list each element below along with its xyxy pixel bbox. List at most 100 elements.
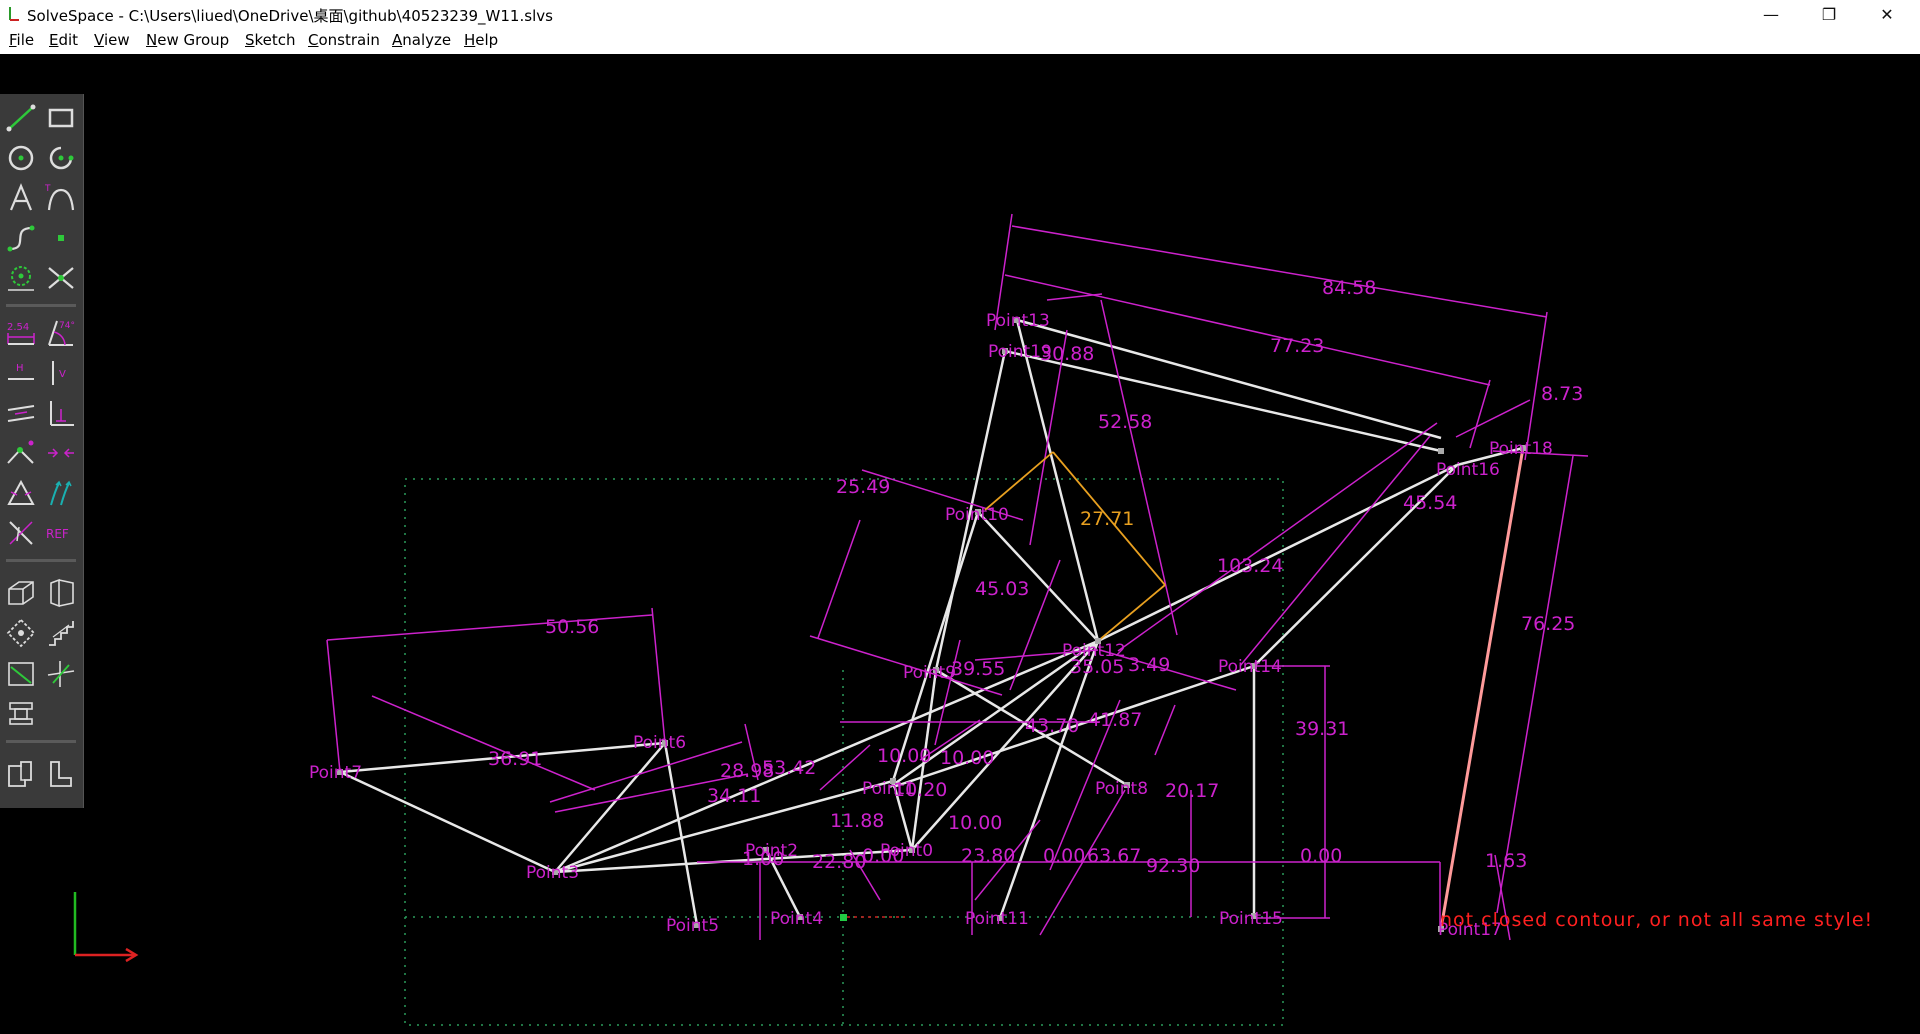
angle-constraint-icon[interactable]: 74° — [45, 317, 77, 349]
dimension-label: 10.20 — [893, 779, 947, 801]
extrude-icon[interactable] — [5, 697, 37, 729]
minimize-button[interactable]: — — [1742, 0, 1800, 28]
dimension-label: 76.25 — [1521, 613, 1575, 635]
sketch-geometry[interactable] — [339, 318, 1524, 926]
vertical-constraint-icon[interactable]: V — [45, 357, 77, 389]
sketch-drawing[interactable]: Point13 Point19 Point16 Point18 Point10 … — [0, 54, 1920, 1030]
menu-analyze[interactable]: Analyze — [392, 31, 451, 49]
toolbar-separator — [6, 304, 76, 307]
dimension-label: 84.58 — [1322, 277, 1376, 299]
svg-text:74°: 74° — [59, 321, 75, 331]
point-icon[interactable] — [45, 222, 77, 254]
other-supplementary-icon[interactable] — [5, 517, 37, 549]
distance-constraint-icon[interactable]: 2.54 — [5, 317, 37, 349]
line-icon[interactable] — [5, 102, 37, 134]
menu-help[interactable]: Help — [464, 31, 498, 49]
error-message: not closed contour, or not all same styl… — [1440, 909, 1873, 931]
sketch-points[interactable] — [337, 317, 1526, 932]
dimension-label: 45.54 — [1403, 492, 1457, 514]
point-label: Point14 — [1218, 657, 1282, 677]
origin-point[interactable] — [840, 914, 847, 921]
dimension-label: 10.00 — [877, 745, 931, 767]
perpendicular-constraint-icon[interactable] — [45, 397, 77, 429]
point-label: Point9 — [903, 663, 956, 683]
split-curves-icon[interactable] — [45, 262, 77, 294]
point-label: Point5 — [666, 916, 719, 936]
dimension-label: 0.00 — [1043, 845, 1085, 867]
dimension-label: 25.49 — [836, 476, 890, 498]
close-icon: ✕ — [1880, 4, 1894, 24]
assembly-icon[interactable] — [5, 758, 37, 790]
dimension-label: 10.00 — [948, 812, 1002, 834]
dimension-label: 22.80 — [812, 851, 866, 873]
dimension-label: 50.56 — [545, 616, 599, 638]
point-label: Point6 — [633, 733, 686, 753]
nearest-ortho-view-icon[interactable] — [45, 577, 77, 609]
parallel-constraint-icon[interactable] — [5, 397, 37, 429]
menu-bar: File Edit View New Group Sketch Constrai… — [0, 28, 1920, 54]
svg-text:2.54: 2.54 — [7, 322, 29, 333]
dimension-label: 35.05 — [1070, 656, 1124, 678]
menu-view[interactable]: View — [94, 31, 130, 49]
bezier-icon[interactable] — [5, 222, 37, 254]
circle-icon[interactable] — [5, 142, 37, 174]
dimension-label: 1.00 — [742, 848, 784, 870]
equal-icon[interactable] — [5, 477, 37, 509]
text-icon[interactable] — [5, 182, 37, 214]
restore-icon: ❐ — [1821, 4, 1837, 24]
dimension-label: 30.88 — [1040, 343, 1094, 365]
svg-text:H: H — [16, 363, 24, 374]
dimension-label: 103.24 — [1217, 555, 1283, 577]
dimension-label: 45.03 — [975, 578, 1029, 600]
sketch-canvas[interactable]: Point13 Point19 Point16 Point18 Point10 … — [0, 54, 1920, 1030]
point-label: Point8 — [1095, 779, 1148, 799]
dimension-label: 20.17 — [1165, 780, 1219, 802]
dimension-label: 52.58 — [1098, 411, 1152, 433]
dimension-label: 0.00 — [1300, 845, 1342, 867]
menu-sketch[interactable]: Sketch — [245, 31, 296, 49]
point-label: Point10 — [945, 505, 1009, 525]
dimension-label: 77.23 — [1270, 335, 1324, 357]
point-on-line-icon[interactable] — [5, 437, 37, 469]
dimension-label: 1.63 — [1485, 850, 1527, 872]
reference-icon[interactable]: REF — [45, 517, 77, 549]
app-icon — [9, 7, 19, 21]
window-title: SolveSpace - C:\Users\liued\OneDrive\桌面\… — [27, 7, 553, 25]
import-icon[interactable] — [45, 758, 77, 790]
dimension-label: 36.91 — [488, 748, 542, 770]
point-label: Point13 — [986, 311, 1050, 331]
dimension-label: 39.31 — [1295, 718, 1349, 740]
dimension-label: 10.00 — [940, 747, 994, 769]
rectangle-icon[interactable] — [45, 102, 77, 134]
workplane-icon[interactable] — [5, 617, 37, 649]
dimension-label: 11.88 — [830, 810, 884, 832]
menu-new-group[interactable]: New Group — [146, 31, 229, 49]
tangent-arc-icon[interactable]: T — [45, 182, 77, 214]
restore-button[interactable]: ❐ — [1800, 0, 1858, 28]
arc-icon[interactable] — [45, 142, 77, 174]
symmetric-icon[interactable] — [45, 437, 77, 469]
dimension-label: 43.70 — [1025, 715, 1079, 737]
close-button[interactable]: ✕ — [1858, 0, 1916, 28]
menu-edit[interactable]: Edit — [49, 31, 78, 49]
menu-constrain[interactable]: Constrain — [308, 31, 380, 49]
dimension-label: 41.87 — [1088, 709, 1142, 731]
title-bar: SolveSpace - C:\Users\liued\OneDrive\桌面\… — [0, 0, 1920, 28]
dimension-labels: 84.58 77.23 30.88 52.58 8.73 27.71 25.49… — [488, 277, 1583, 877]
dimension-label: 92.30 — [1146, 855, 1200, 877]
nearest-iso-view-icon[interactable] — [5, 577, 37, 609]
sketch-toolbar: T 2.54 74° H V REF — [0, 94, 84, 808]
point-label: Point3 — [526, 863, 579, 883]
construction-circle-icon[interactable] — [5, 262, 37, 294]
same-orientation-icon[interactable] — [45, 477, 77, 509]
svg-text:T: T — [45, 184, 51, 194]
sketch-in-workplane-icon[interactable] — [45, 657, 77, 689]
point-label: Point15 — [1219, 909, 1283, 929]
point-label: Point4 — [770, 909, 823, 929]
menu-file[interactable]: File — [9, 31, 34, 49]
sketch-in-3d-icon[interactable] — [5, 657, 37, 689]
step-translate-icon[interactable] — [45, 617, 77, 649]
point-label: Point18 — [1489, 439, 1553, 459]
horizontal-constraint-icon[interactable]: H — [5, 357, 37, 389]
svg-text:V: V — [59, 369, 66, 380]
